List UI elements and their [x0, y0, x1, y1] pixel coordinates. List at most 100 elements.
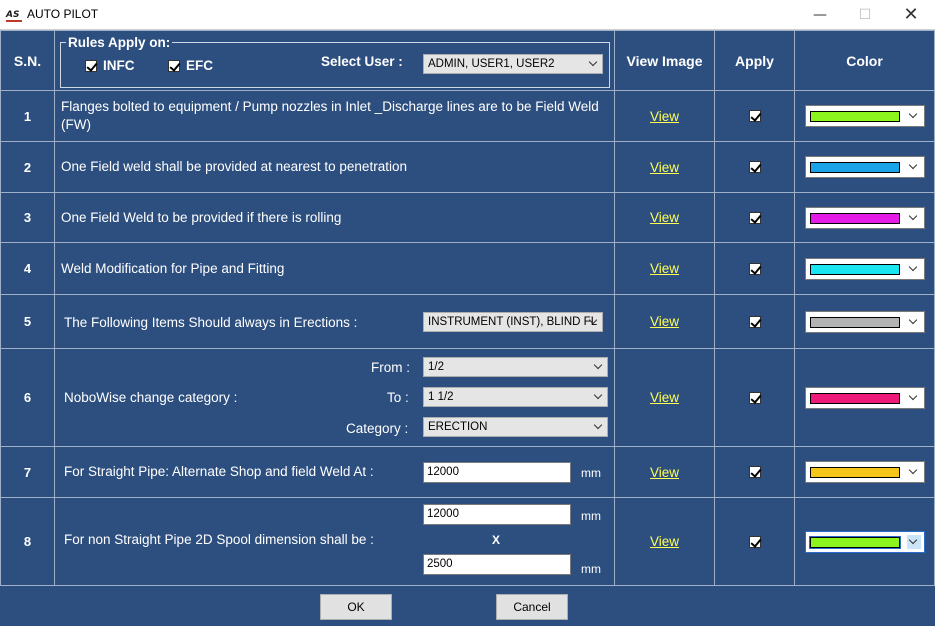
chevron-down-icon	[907, 465, 921, 479]
chevron-down-icon	[593, 420, 603, 430]
row-3-apply-checkbox[interactable]	[748, 211, 761, 224]
row-4-rule: Weld Modification for Pipe and Fitting	[54, 242, 615, 295]
cancel-button[interactable]: Cancel	[496, 594, 568, 620]
row-1-apply-cell	[714, 90, 795, 142]
row-8-length-input[interactable]: 12000	[423, 504, 571, 525]
row-7-color-picker[interactable]	[804, 461, 925, 483]
row-4-color-picker[interactable]	[804, 257, 925, 280]
maximize-button[interactable]: ☐	[842, 0, 888, 30]
row-8-width-input[interactable]: 2500	[423, 554, 571, 575]
select-user-value: ADMIN, USER1, USER2	[428, 58, 555, 70]
row-5-items-dropdown[interactable]: INSTRUMENT (INST), BLIND FL	[423, 312, 603, 332]
row-8-sn: 8	[0, 497, 55, 586]
row-1-view-link[interactable]: View	[614, 90, 715, 142]
row-5-rule: The Following Items Should always in Ere…	[54, 294, 615, 349]
row-4-view-link[interactable]: View	[614, 242, 715, 295]
chevron-down-icon	[907, 160, 921, 174]
row-5-text: The Following Items Should always in Ere…	[64, 315, 358, 330]
row-7-apply-checkbox[interactable]	[748, 466, 761, 478]
row-1-sn: 1	[0, 90, 55, 142]
row-8-view-link[interactable]: View	[614, 497, 715, 586]
row-5-apply-checkbox[interactable]	[748, 315, 761, 328]
row-6-color-swatch	[809, 392, 900, 404]
row-7-apply-cell	[714, 446, 795, 498]
header-color: Color	[794, 30, 935, 91]
row-6-category-value: ERECTION	[428, 421, 488, 433]
row-5-color-cell	[794, 294, 935, 349]
row-3-color-swatch	[809, 212, 900, 224]
row-8-apply-cell	[714, 497, 795, 586]
row-1-rule: Flanges bolted to equipment / Pump nozzl…	[54, 90, 615, 142]
row-1-text: Flanges bolted to equipment / Pump nozzl…	[61, 99, 599, 132]
chevron-down-icon	[907, 315, 921, 329]
row-5-color-picker[interactable]	[804, 310, 925, 333]
row-2-text: One Field weld shall be provided at near…	[61, 159, 407, 174]
row-8-rule: For non Straight Pipe 2D Spool dimension…	[54, 497, 615, 586]
row-8-apply-checkbox[interactable]	[748, 535, 761, 548]
row-6-color-picker[interactable]	[804, 386, 925, 409]
title-bar: AS AUTO PILOT — ☐ ✕	[0, 0, 935, 30]
row-2-view-link[interactable]: View	[614, 141, 715, 193]
header-sn: S.N.	[0, 30, 55, 91]
ok-button[interactable]: OK	[320, 594, 392, 620]
row-2-color-picker[interactable]	[804, 156, 925, 178]
row-6-from-value: 1/2	[428, 361, 444, 373]
row-8-color-picker[interactable]	[804, 530, 925, 553]
row-4-apply-checkbox[interactable]	[748, 262, 761, 275]
row-6-from-dropdown[interactable]: 1/2	[423, 357, 608, 377]
row-2-apply-checkbox[interactable]	[748, 161, 761, 173]
close-button[interactable]: ✕	[888, 0, 934, 30]
row-8-unit-1: mm	[581, 509, 601, 523]
row-8-text: For non Straight Pipe 2D Spool dimension…	[64, 532, 374, 547]
row-7-view-link[interactable]: View	[614, 446, 715, 498]
row-6-view-link[interactable]: View	[614, 348, 715, 447]
row-8-unit-2: mm	[581, 562, 601, 576]
infc-checkbox-wrap[interactable]: INFC	[85, 58, 135, 73]
chevron-down-icon	[907, 211, 921, 225]
row-3-text: One Field Weld to be provided if there i…	[61, 209, 342, 225]
efc-checkbox[interactable]	[168, 59, 180, 72]
row-6-rule: NoboWise change category : From : 1/2 To…	[54, 348, 615, 447]
row-5-dropdown-value: INSTRUMENT (INST), BLIND FL	[428, 316, 598, 328]
select-user-dropdown[interactable]: ADMIN, USER1, USER2	[423, 54, 603, 74]
row-6-color-cell	[794, 348, 935, 447]
row-1-apply-checkbox[interactable]	[748, 110, 761, 122]
efc-label: EFC	[186, 58, 213, 73]
row-4-color-cell	[794, 242, 935, 295]
row-5-sn: 5	[0, 294, 55, 349]
row-7-text: For Straight Pipe: Alternate Shop and fi…	[64, 464, 374, 479]
row-1-color-picker[interactable]	[804, 105, 925, 127]
select-user-label: Select User :	[321, 54, 403, 69]
row-2-apply-cell	[714, 141, 795, 193]
row-7-length-input[interactable]: 12000	[423, 462, 571, 483]
row-4-text: Weld Modification for Pipe and Fitting	[61, 260, 285, 276]
row-6-apply-checkbox[interactable]	[748, 391, 761, 404]
infc-checkbox[interactable]	[85, 59, 97, 72]
row-6-to-dropdown[interactable]: 1 1/2	[423, 387, 608, 407]
minimize-button[interactable]: —	[797, 0, 843, 30]
chevron-down-icon	[593, 390, 603, 400]
row-4-sn: 4	[0, 242, 55, 295]
row-4-apply-cell	[714, 242, 795, 295]
rules-apply-title: Rules Apply on:	[66, 35, 173, 50]
row-7-color-cell	[794, 446, 935, 498]
row-7-rule: For Straight Pipe: Alternate Shop and fi…	[54, 446, 615, 498]
header-apply: Apply	[714, 30, 795, 91]
row-2-color-cell	[794, 141, 935, 193]
row-7-color-swatch	[809, 467, 900, 478]
infc-label: INFC	[103, 58, 135, 73]
row-4-color-swatch	[809, 263, 900, 275]
footer: OK Cancel	[0, 586, 935, 626]
row-7-unit: mm	[581, 466, 601, 480]
row-3-apply-cell	[714, 192, 795, 243]
row-6-text: NoboWise change category :	[64, 390, 238, 405]
row-3-view-link[interactable]: View	[614, 192, 715, 243]
efc-checkbox-wrap[interactable]: EFC	[168, 58, 213, 73]
row-5-view-link[interactable]: View	[614, 294, 715, 349]
row-5-apply-cell	[714, 294, 795, 349]
auto-pilot-window: AS AUTO PILOT — ☐ ✕ S.N. Rules Apply on:…	[0, 0, 935, 626]
chevron-down-icon	[593, 360, 603, 370]
row-2-rule: One Field weld shall be provided at near…	[54, 141, 615, 193]
row-6-category-dropdown[interactable]: ERECTION	[423, 417, 608, 437]
row-3-color-picker[interactable]	[804, 206, 925, 229]
